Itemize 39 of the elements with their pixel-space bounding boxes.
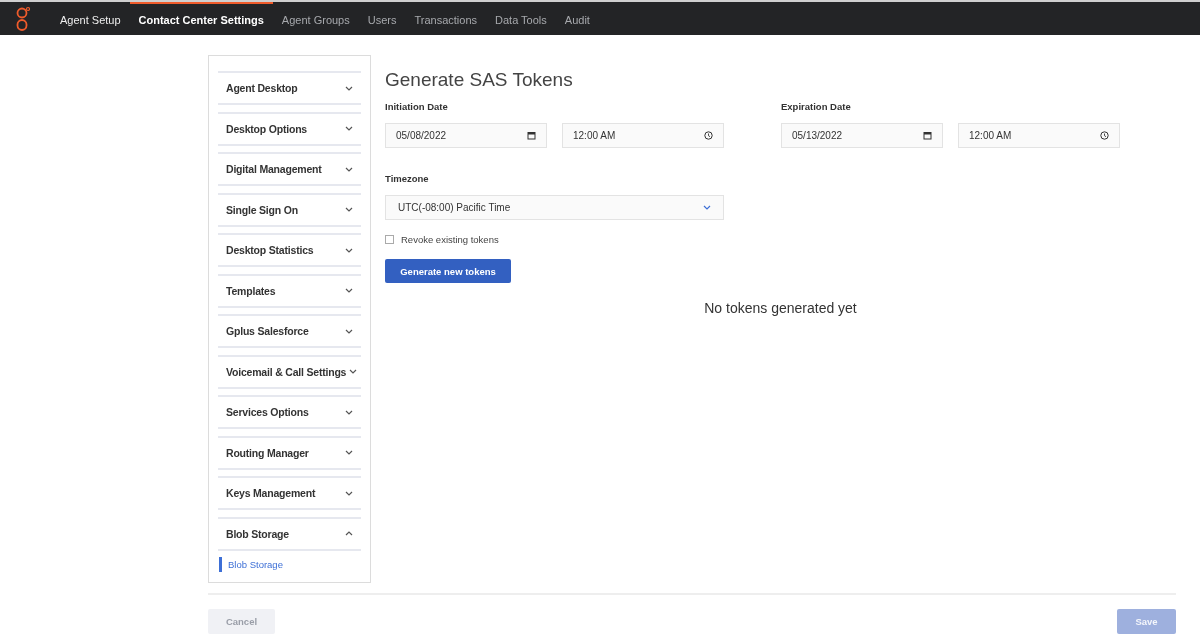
sidebar-section[interactable]: Desktop Statistics xyxy=(218,233,361,267)
sidebar-section[interactable]: Voicemail & Call Settings xyxy=(218,354,361,389)
nav-tab[interactable]: Users xyxy=(358,2,406,35)
calendar-icon xyxy=(923,131,932,140)
sidebar-section[interactable]: Single Sign On xyxy=(218,192,361,227)
page-title: Generate SAS Tokens xyxy=(385,68,574,92)
date-field[interactable]: 05/08/2022 xyxy=(385,123,547,148)
sidebar-section[interactable]: Routing Manager xyxy=(218,435,361,470)
empty-message: No tokens generated yet xyxy=(703,300,858,316)
sidebar-section[interactable]: Keys Management xyxy=(218,476,361,510)
nav-tab[interactable]: Agent Setup xyxy=(51,2,130,35)
nav-tab[interactable]: Contact Center Settings xyxy=(129,2,273,35)
field-label: Timezone xyxy=(385,173,430,185)
sidebar-section[interactable]: Blob Storage xyxy=(218,516,361,551)
calendar-icon xyxy=(527,131,536,140)
sidebar-section[interactable]: Templates xyxy=(218,273,361,308)
generate-button[interactable]: Generate new tokens xyxy=(385,259,511,283)
nav-tab[interactable]: Transactions xyxy=(405,2,487,35)
clock-icon xyxy=(704,131,713,140)
sidebar-section[interactable]: Gplus Salesforce xyxy=(218,314,361,348)
time-field[interactable]: 12:00 AM xyxy=(958,123,1120,148)
time-field[interactable]: 12:00 AM xyxy=(562,123,724,148)
nav-tab[interactable]: Data Tools xyxy=(486,2,556,35)
field-label: Initiation Date xyxy=(385,101,449,113)
clock-icon xyxy=(1100,131,1109,140)
sidebar-section[interactable]: Digital Management xyxy=(218,152,361,186)
timezone-select[interactable]: UTC(-08:00) Pacific Time xyxy=(385,195,724,220)
checkbox[interactable] xyxy=(385,235,394,244)
date-field[interactable]: 05/13/2022 xyxy=(781,123,943,148)
field-label: Expiration Date xyxy=(781,101,852,113)
sidebar-section[interactable]: Services Options xyxy=(218,395,361,429)
checkbox-label: Revoke existing tokens xyxy=(401,234,499,245)
sidebar-link[interactable]: Blob Storage xyxy=(219,557,361,572)
logo-icon[interactable] xyxy=(16,5,30,32)
nav-tab[interactable]: Agent Groups xyxy=(272,2,359,35)
chevron-down-icon xyxy=(703,205,711,210)
sidebar-section[interactable]: Desktop Options xyxy=(218,111,361,146)
sidebar-section[interactable]: Agent Desktop xyxy=(218,71,361,105)
nav-tab[interactable]: Audit xyxy=(555,2,599,35)
